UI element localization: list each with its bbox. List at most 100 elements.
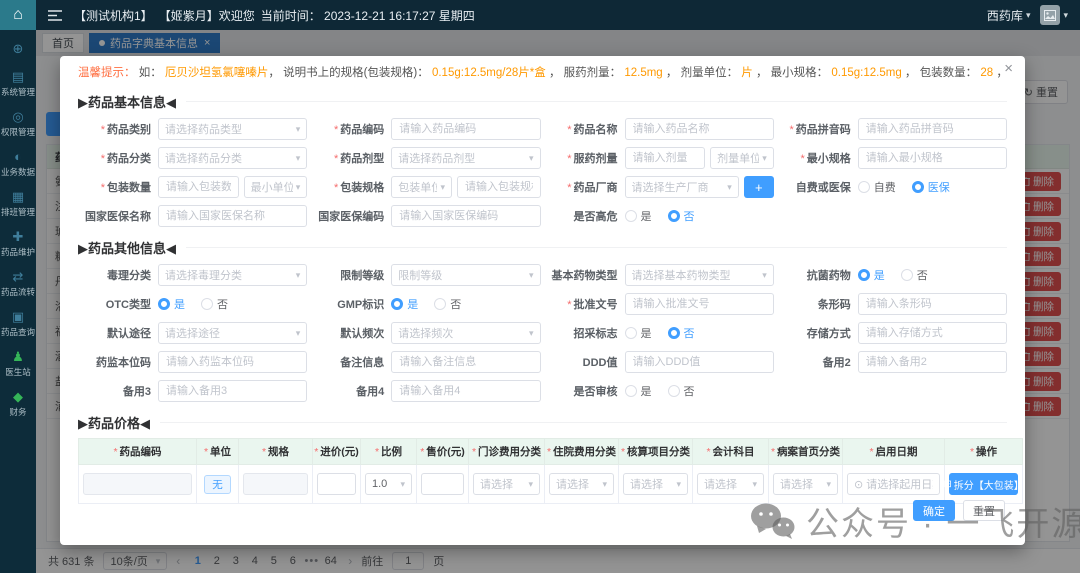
radio-antibact-no[interactable]: 否 — [901, 267, 928, 283]
reset-button[interactable]: 重置 — [963, 500, 1005, 521]
sidebar-item-drug-query[interactable]: ▣ 药品查询 — [1, 310, 35, 338]
warehouse-switcher[interactable]: 西药库 — [987, 7, 1023, 24]
chevron-down-icon: ▾ — [529, 328, 534, 339]
drug-name-input[interactable] — [625, 118, 774, 140]
enable-date-picker[interactable]: ⊙请选择起用日期 — [847, 473, 940, 495]
nhsa-name-input[interactable] — [158, 205, 307, 227]
field-remark: 备注信息 — [311, 351, 540, 373]
radio-insurance[interactable]: 医保 — [912, 179, 950, 195]
field-nmpa-code: 药监本位码 — [78, 351, 307, 373]
field-drug-code: *药品编码 — [311, 118, 540, 140]
radio-antibact-yes[interactable]: 是 — [858, 267, 885, 283]
home-icon: ⌂ — [13, 6, 23, 24]
sidebar-item-drug-maintenance[interactable]: ✚ 药品维护 — [1, 230, 35, 258]
sidebar-item-dashboard[interactable]: ⊕ — [13, 42, 24, 58]
storage-input[interactable] — [858, 322, 1007, 344]
chevron-down-icon: ▾ — [676, 479, 681, 490]
chevron-down-icon: ▾ — [762, 270, 767, 281]
radio-bid-no[interactable]: 否 — [668, 325, 695, 341]
welcome-text: 【姬紫月】欢迎您 — [159, 7, 255, 24]
field-spare3: 备用3 — [78, 380, 307, 402]
sidebar-item-business-data[interactable]: ◐ 业务数据 — [1, 150, 35, 178]
barcode-input[interactable] — [858, 293, 1007, 315]
radio-gmp-yes[interactable]: 是 — [391, 296, 418, 312]
split-package-button[interactable]: ⊞拆分【大包装】 — [949, 473, 1018, 495]
column-header: *启用日期 — [843, 439, 945, 465]
tip-text: ， 剂量单位： — [663, 67, 742, 79]
radio-self-pay[interactable]: 自费 — [858, 179, 896, 195]
remark-input[interactable] — [391, 351, 540, 373]
spare2-input[interactable] — [858, 351, 1007, 373]
home-button[interactable]: ⌂ — [0, 0, 36, 30]
dose-input[interactable] — [625, 147, 706, 169]
spare3-input[interactable] — [158, 380, 307, 402]
unit-tag[interactable]: 无 — [204, 475, 231, 494]
sidebar-item-permission-mgmt[interactable]: ◎ 权限管理 — [1, 110, 35, 138]
tip-text: 厄贝沙坦氢氯噻嗪片 — [165, 67, 269, 79]
default-freq-select[interactable]: 请选择频次▾ — [391, 322, 540, 344]
drug-pinyin-input[interactable] — [858, 118, 1007, 140]
record-page-select[interactable]: 请选择▾ — [773, 473, 838, 495]
min-spec-input[interactable] — [858, 147, 1007, 169]
approval-no-input[interactable] — [625, 293, 774, 315]
column-header: *住院费用分类 — [545, 439, 619, 465]
doctor-station-icon: ♟ — [12, 350, 24, 364]
default-route-select[interactable]: 请选择途径▾ — [158, 322, 307, 344]
field-pack-qty: *包装数量 最小单位▾ — [78, 176, 307, 198]
add-manufacturer-button[interactable]: + — [744, 176, 774, 198]
radio-otc-no[interactable]: 否 — [201, 296, 228, 312]
pack-unit-select[interactable]: 包装单位▾ — [391, 176, 452, 198]
ddd-input[interactable] — [625, 351, 774, 373]
field-basic-drug-type: 基本药物类型 请选择基本药物类型▾ — [545, 264, 774, 286]
avatar[interactable] — [1040, 5, 1060, 25]
column-header: *操作 — [945, 439, 1023, 465]
field-spare4: 备用4 — [311, 380, 540, 402]
nhsa-code-input[interactable] — [391, 205, 540, 227]
min-unit-select[interactable]: 最小单位▾ — [244, 176, 308, 198]
sidebar-item-drug-circulation[interactable]: ⇄ 药品流转 — [1, 270, 35, 298]
basic-drug-type-select[interactable]: 请选择基本药物类型▾ — [625, 264, 774, 286]
column-header: *病案首页分类 — [769, 439, 843, 465]
field-drug-name: *药品名称 — [545, 118, 774, 140]
ratio-select[interactable]: 1.0▾ — [365, 473, 412, 495]
accounting-subject-select[interactable]: 请选择▾ — [697, 473, 764, 495]
sidebar-item-finance[interactable]: ◆ 财务 — [9, 390, 26, 418]
inpatient-fee-select[interactable]: 请选择▾ — [549, 473, 614, 495]
sidebar-item-schedule-mgmt[interactable]: ▦ 排班管理 — [1, 190, 35, 218]
radio-gmp-no[interactable]: 否 — [434, 296, 461, 312]
field-audit: 是否审核 是 否 — [545, 380, 774, 402]
radio-highrisk-no[interactable]: 否 — [668, 208, 695, 224]
radio-bid-yes[interactable]: 是 — [625, 325, 652, 341]
toxicology-select[interactable]: 请选择毒理分类▾ — [158, 264, 307, 286]
column-header: *规格 — [239, 439, 313, 465]
radio-audit-yes[interactable]: 是 — [625, 383, 652, 399]
sidebar-item-doctor-station[interactable]: ♟ 医生站 — [5, 350, 31, 378]
accounting-item-select[interactable]: 请选择▾ — [623, 473, 688, 495]
nmpa-code-input[interactable] — [158, 351, 307, 373]
clock-icon: ⊙ — [854, 478, 863, 491]
sidebar-item-label: 财务 — [9, 406, 26, 418]
field-nhsa-name: 国家医保名称 — [78, 205, 307, 227]
drug-form-select[interactable]: 请选择药品剂型▾ — [391, 147, 540, 169]
drug-code-input[interactable] — [391, 118, 540, 140]
radio-highrisk-yes[interactable]: 是 — [625, 208, 652, 224]
sidebar-item-system-mgmt[interactable]: ▤ 系统管理 — [1, 70, 35, 98]
manufacturer-select[interactable]: 请选择生产厂商▾ — [625, 176, 739, 198]
radio-otc-yes[interactable]: 是 — [158, 296, 185, 312]
purchase-price-input[interactable] — [317, 473, 356, 495]
outpatient-fee-select[interactable]: 请选择▾ — [473, 473, 540, 495]
sale-price-input[interactable] — [421, 473, 464, 495]
drug-type-select[interactable]: 请选择药品类型▾ — [158, 118, 307, 140]
confirm-button[interactable]: 确定 — [913, 500, 955, 521]
close-icon[interactable]: × — [1004, 61, 1013, 76]
radio-audit-no[interactable]: 否 — [668, 383, 695, 399]
spare4-input[interactable] — [391, 380, 540, 402]
chevron-down-icon: ▾ — [752, 479, 757, 490]
limit-level-select[interactable]: 限制等级▾ — [391, 264, 540, 286]
dose-unit-select[interactable]: 剂量单位▾ — [710, 147, 774, 169]
drug-class-select[interactable]: 请选择药品分类▾ — [158, 147, 307, 169]
menu-toggle-icon[interactable] — [48, 10, 62, 21]
pack-qty-input[interactable] — [158, 176, 239, 198]
pack-spec-input[interactable] — [457, 176, 541, 198]
current-time: 当前时间： 2023-12-21 16:17:27 星期四 — [261, 7, 475, 24]
